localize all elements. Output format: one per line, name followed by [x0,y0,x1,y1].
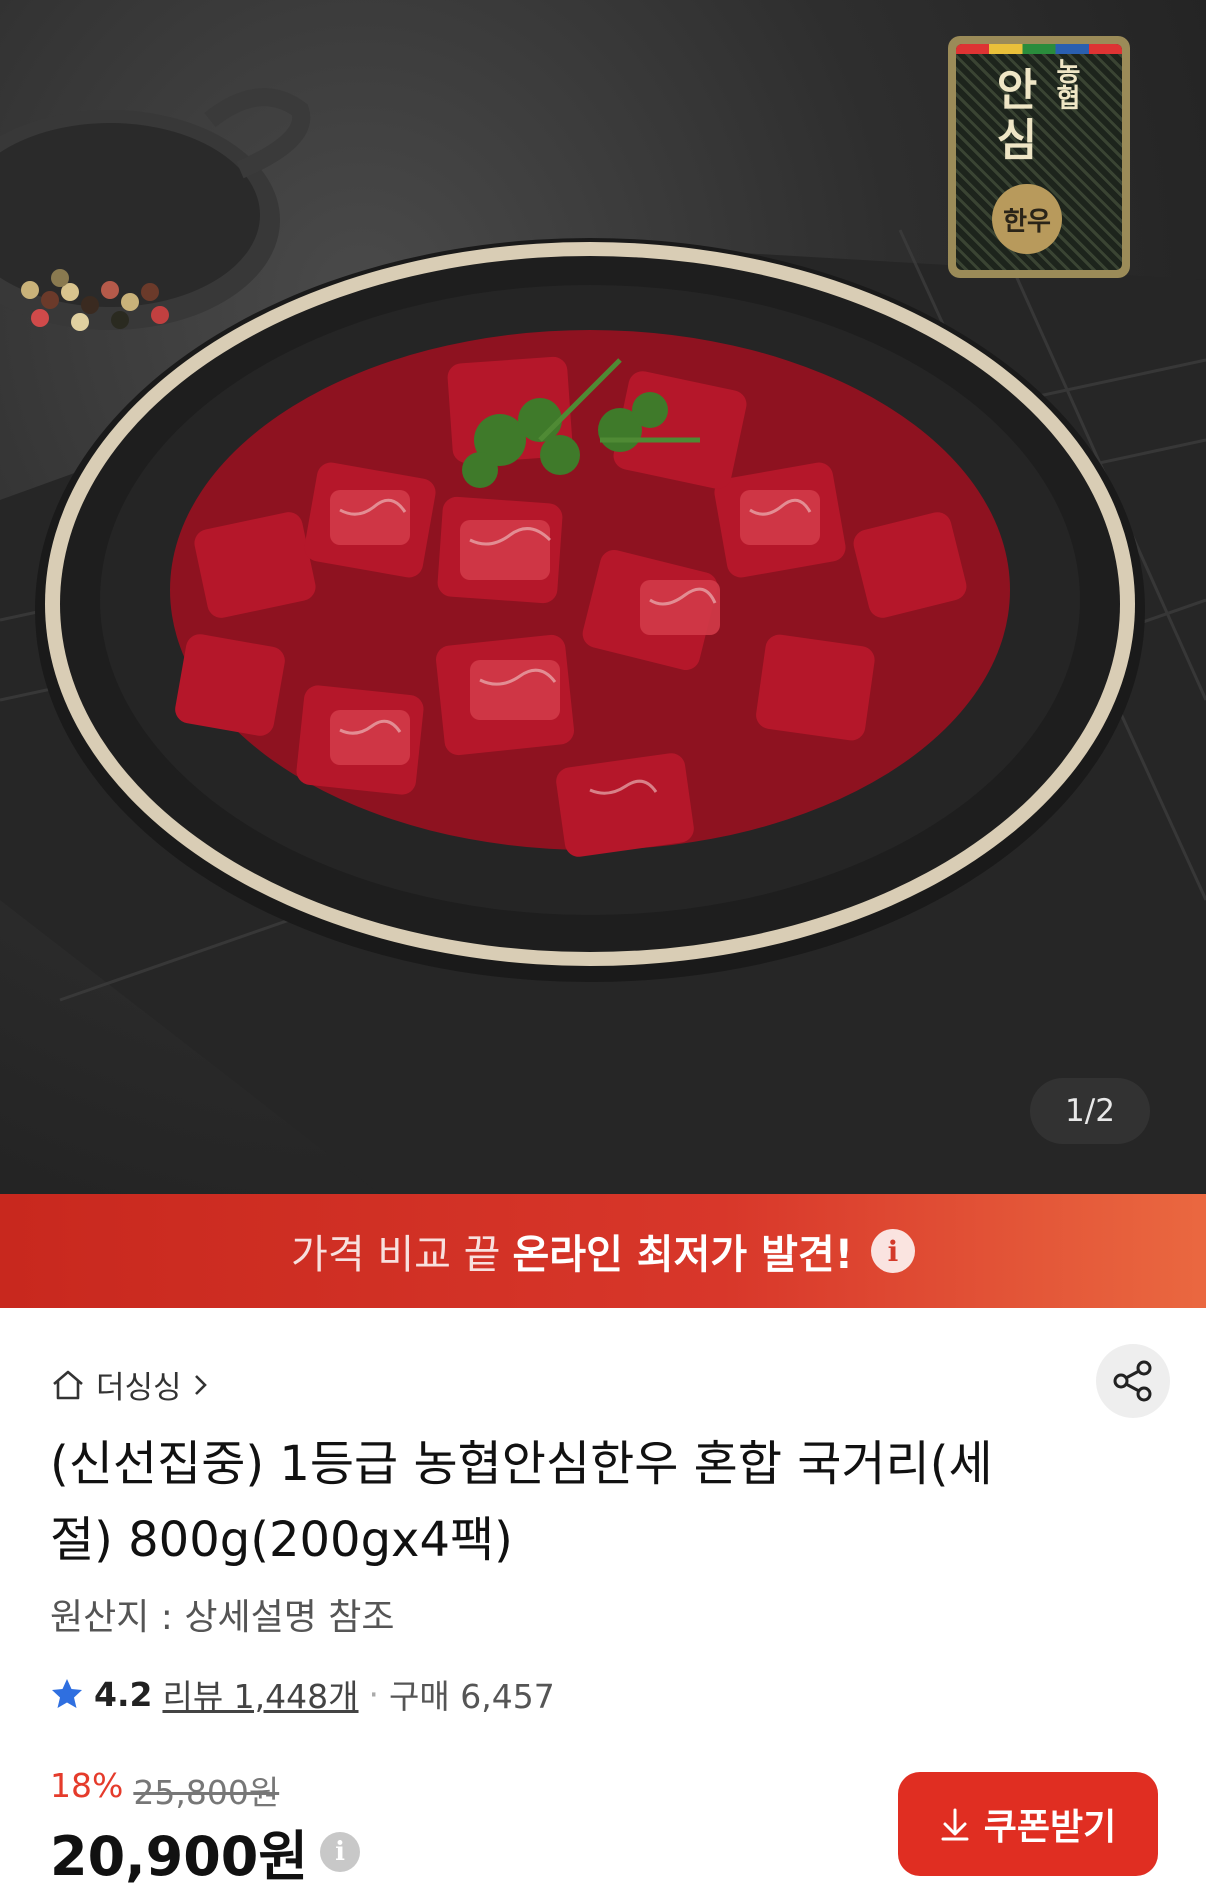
review-count-link[interactable]: 리뷰 1,448개 [162,1670,358,1718]
download-icon [941,1808,969,1841]
chevron-right-icon [194,1374,207,1395]
store-name: 더싱싱 [96,1370,182,1406]
price-info-icon[interactable]: i [320,1831,361,1872]
badge-circle-text: 한우 [992,184,1062,254]
share-icon [1113,1360,1152,1402]
badge-line2: 안심 [996,65,1038,166]
coupon-download-button[interactable]: 쿠폰받기 [898,1772,1158,1876]
product-image-carousel[interactable]: 농협 안심 한우 1/2 [0,0,1206,1194]
product-title: (신선집중) 1등급 농협안심한우 혼합 국거리(세절) 800g(200gx4… [50,1436,993,1568]
purchase-count: 구매 6,457 [389,1677,555,1716]
share-button[interactable] [1096,1344,1170,1418]
price-row: 20,900원 i [50,1812,361,1891]
info-icon[interactable]: i [870,1229,915,1273]
hanwoo-certification-badge: 농협 안심 한우 [948,36,1130,278]
discount-row: 18% 25,800원 [50,1766,279,1814]
image-page-indicator: 1/2 [1030,1078,1150,1144]
store-link[interactable]: 더싱싱 [50,1362,210,1407]
banner-highlight-text: 온라인 최저가 발견! [512,1232,853,1278]
rating-row: 4.2 리뷰 1,448개 · 구매 6,457 [50,1670,555,1718]
star-icon [52,1679,82,1708]
lowest-price-banner[interactable]: 가격 비교 끝 온라인 최저가 발견! i [0,1194,1206,1308]
original-price: 25,800원 [133,1773,280,1812]
origin-info: 원산지 : 상세설명 참조 [50,1597,395,1638]
badge-color-strip [956,44,1122,54]
badge-line1: 농협 [1051,58,1081,110]
coupon-label: 쿠폰받기 [983,1807,1117,1848]
separator-dot: · [368,1674,380,1714]
rating-score: 4.2 [94,1674,153,1714]
discount-rate: 18% [50,1766,124,1805]
home-icon [53,1370,83,1399]
sale-price: 20,900원 [50,1825,309,1888]
banner-prefix-text: 가격 비교 끝 [291,1232,501,1278]
